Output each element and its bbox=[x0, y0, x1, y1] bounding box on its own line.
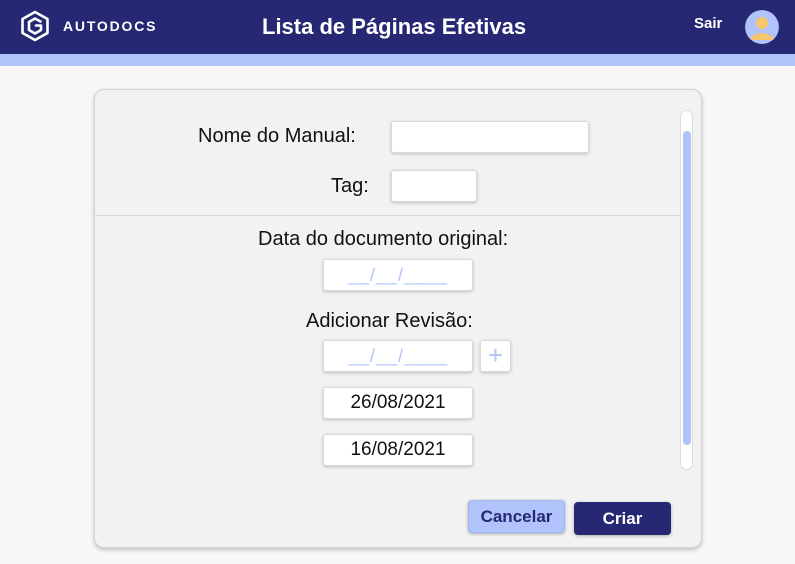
original-date-label: Data do documento original: bbox=[258, 228, 509, 250]
add-revision-button[interactable]: + bbox=[480, 340, 511, 372]
top-navbar: AUTODOCS Lista de Páginas Efetivas Sair bbox=[0, 0, 795, 54]
page-title: Lista de Páginas Efetivas bbox=[262, 14, 527, 39]
brand-name: AUTODOCS bbox=[63, 18, 158, 34]
manual-name-label: Nome do Manual: bbox=[198, 125, 356, 147]
section-divider bbox=[95, 215, 683, 216]
form-scrollbar[interactable] bbox=[680, 110, 693, 470]
create-button[interactable]: Criar bbox=[574, 502, 671, 535]
header-accent-strip bbox=[0, 54, 795, 66]
tag-label: Tag: bbox=[331, 175, 369, 197]
scrollbar-thumb[interactable] bbox=[683, 131, 691, 445]
autodocs-logo-icon bbox=[19, 10, 51, 42]
user-avatar-icon[interactable] bbox=[745, 10, 779, 44]
revision-date-input[interactable]: __/__/____ bbox=[323, 340, 473, 372]
tag-input[interactable] bbox=[391, 170, 477, 202]
manual-name-input[interactable] bbox=[391, 121, 589, 153]
revision-date-item[interactable]: 16/08/2021 bbox=[323, 434, 473, 466]
effective-pages-form: Nome do Manual: Tag: Data do documento o… bbox=[94, 89, 702, 548]
brand-logo[interactable]: AUTODOCS bbox=[19, 10, 157, 42]
revision-date-item[interactable]: 26/08/2021 bbox=[323, 387, 473, 419]
cancel-button[interactable]: Cancelar bbox=[468, 500, 565, 533]
original-date-input[interactable]: __/__/____ bbox=[323, 259, 473, 291]
add-revision-label: Adicionar Revisão: bbox=[306, 310, 473, 332]
logout-link[interactable]: Sair bbox=[694, 15, 722, 32]
